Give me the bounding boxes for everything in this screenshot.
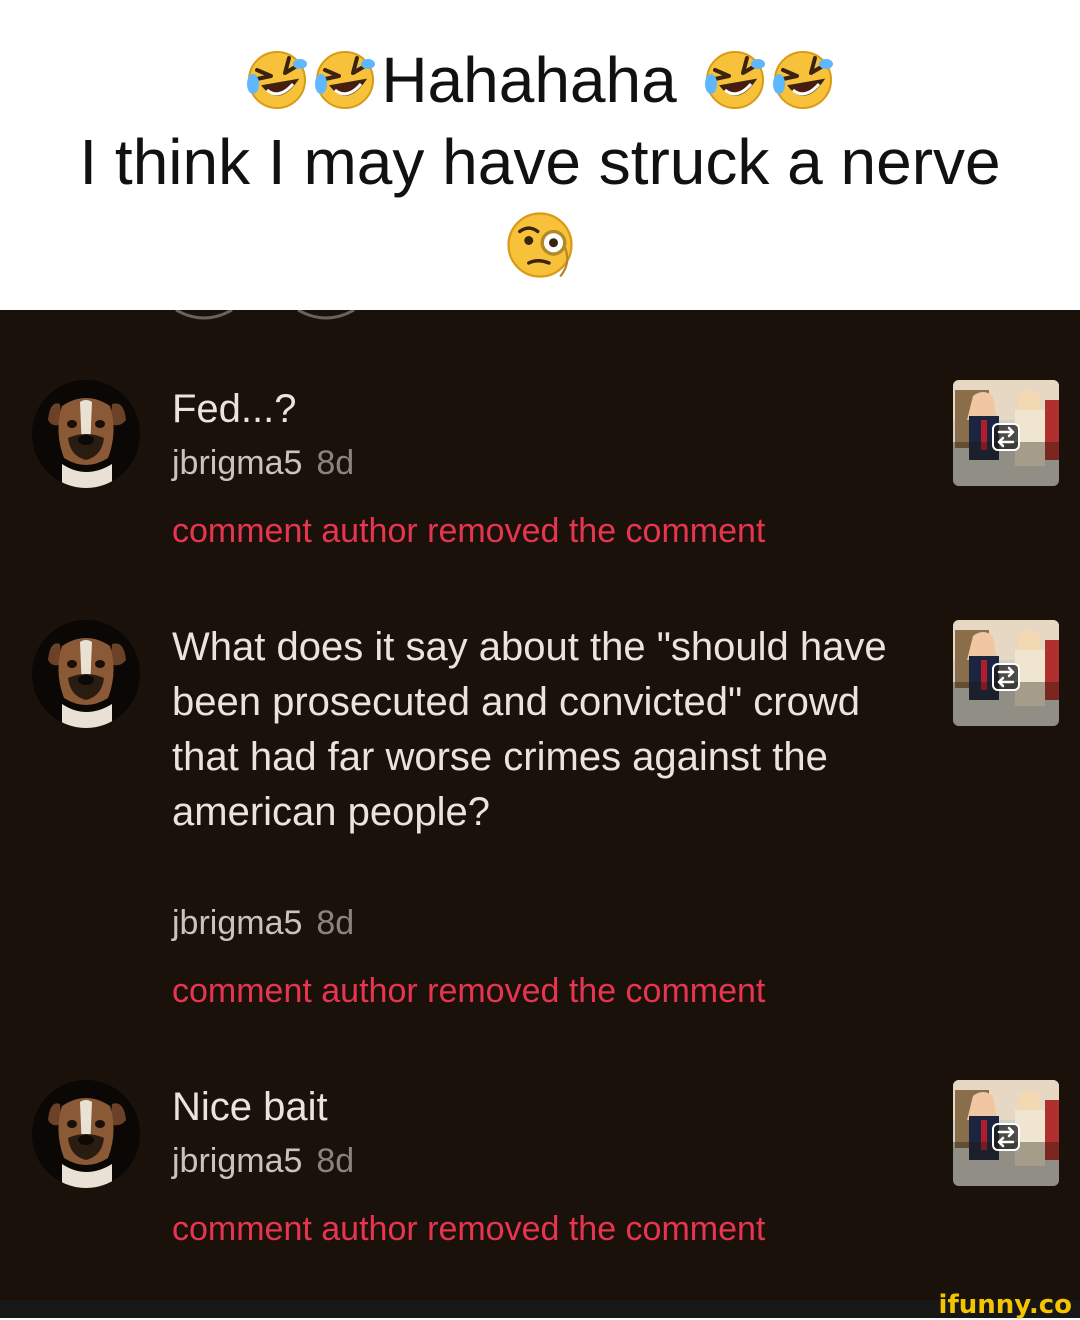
removed-notice: comment author removed the comment bbox=[172, 1210, 766, 1248]
cropped-emoji-fragment bbox=[175, 310, 355, 320]
bottom-bar bbox=[0, 1300, 1080, 1318]
caption-header: Hahahaha I think I may have struck a ner… bbox=[0, 0, 1080, 310]
comment-thread[interactable]: Fed...? jbrigma5 8d comment author remove… bbox=[0, 310, 1080, 1300]
ifunny-watermark: ifunny.co bbox=[938, 1290, 1072, 1320]
meme-thumbnail[interactable] bbox=[953, 620, 1059, 726]
comment-meta: jbrigma5 8d bbox=[172, 904, 354, 943]
avatar[interactable] bbox=[32, 620, 140, 728]
comment-author[interactable]: jbrigma5 bbox=[172, 1142, 302, 1180]
removed-notice: comment author removed the comment bbox=[172, 512, 766, 550]
comment-author[interactable]: jbrigma5 bbox=[172, 444, 302, 482]
comment-text: Nice bait bbox=[172, 1085, 328, 1129]
meme-thumbnail[interactable] bbox=[953, 380, 1059, 486]
caption-title: Hahahaha bbox=[381, 44, 677, 116]
avatar[interactable] bbox=[32, 1080, 140, 1188]
monocle-emoji-icon bbox=[504, 209, 576, 281]
laughing-emoji-icon bbox=[245, 48, 309, 112]
comment-author[interactable]: jbrigma5 bbox=[172, 904, 302, 942]
comment-meta: jbrigma5 8d bbox=[172, 1142, 354, 1181]
avatar[interactable] bbox=[32, 380, 140, 488]
meme-thumbnail[interactable] bbox=[953, 1080, 1059, 1186]
caption-line-3 bbox=[0, 200, 1080, 290]
laughing-emoji-icon bbox=[771, 48, 835, 112]
comment-age: 8d bbox=[316, 904, 355, 942]
caption-line-1: Hahahaha bbox=[0, 40, 1080, 120]
comment-age: 8d bbox=[316, 444, 355, 482]
caption-subtitle: I think I may have struck a nerve bbox=[79, 126, 1001, 198]
comment-text: Fed...? bbox=[172, 387, 297, 431]
comment-text: What does it say about the "should have … bbox=[172, 625, 887, 834]
laughing-emoji-icon bbox=[313, 48, 377, 112]
laughing-emoji-icon bbox=[703, 48, 767, 112]
removed-notice: comment author removed the comment bbox=[172, 972, 766, 1010]
comment-age: 8d bbox=[316, 1142, 355, 1180]
comment-meta: jbrigma5 8d bbox=[172, 444, 354, 483]
